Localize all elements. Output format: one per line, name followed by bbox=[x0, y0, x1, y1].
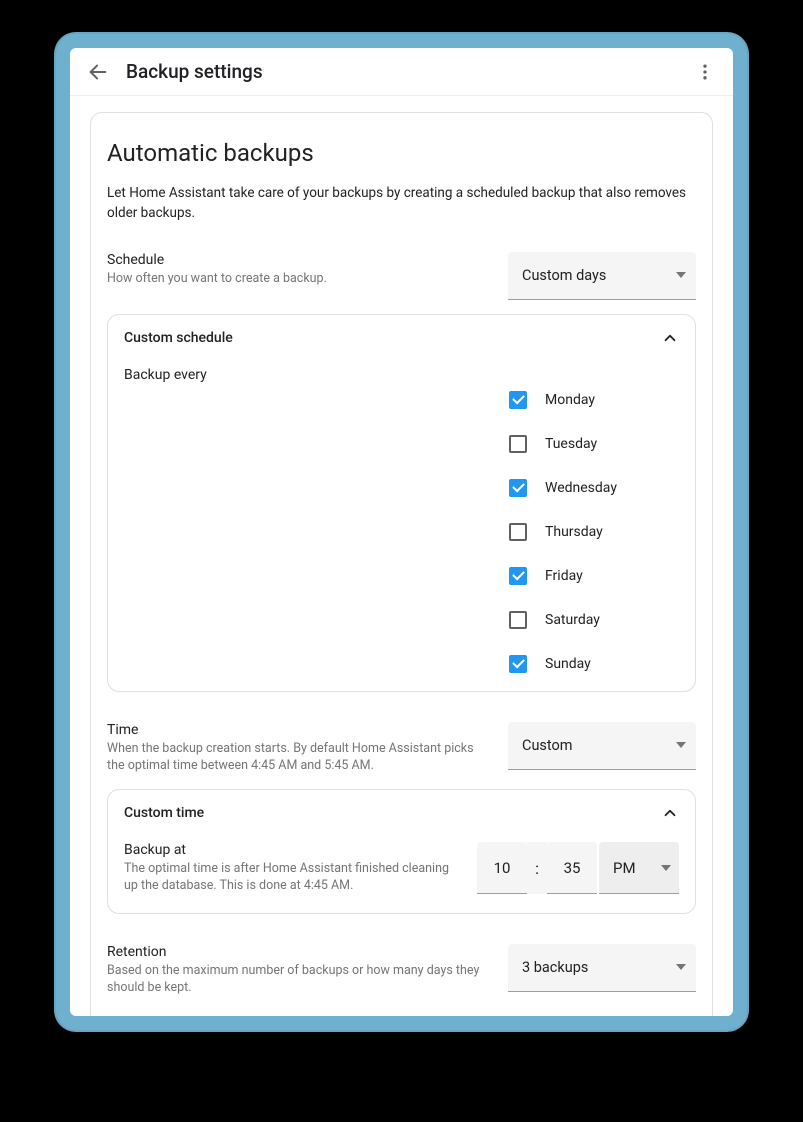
backup-at-label: Backup at bbox=[124, 842, 461, 858]
ampm-value: PM bbox=[613, 859, 636, 877]
caret-down-icon bbox=[676, 964, 686, 970]
custom-schedule-card: Custom schedule Backup every Monday Tuesd… bbox=[107, 314, 696, 692]
day-checkbox-saturday[interactable]: Saturday bbox=[509, 611, 679, 629]
checkbox-icon bbox=[509, 391, 527, 409]
retention-label: Retention bbox=[107, 944, 492, 960]
day-label: Monday bbox=[545, 392, 595, 408]
screen: Backup settings Automatic backups Let Ho… bbox=[70, 48, 733, 1016]
day-checkbox-tuesday[interactable]: Tuesday bbox=[509, 435, 679, 453]
retention-select[interactable]: 3 backups bbox=[508, 944, 696, 992]
time-select-value: Custom bbox=[522, 737, 573, 754]
arrow-left-icon bbox=[87, 61, 109, 83]
time-picker: 10 : 35 PM bbox=[477, 842, 679, 894]
overflow-menu-button[interactable] bbox=[685, 52, 725, 92]
schedule-select[interactable]: Custom days bbox=[508, 252, 696, 300]
retention-row: Retention Based on the maximum number of… bbox=[107, 944, 696, 997]
day-checkbox-thursday[interactable]: Thursday bbox=[509, 523, 679, 541]
day-label: Wednesday bbox=[545, 480, 617, 496]
device-frame: Backup settings Automatic backups Let Ho… bbox=[54, 32, 749, 1032]
checkbox-icon bbox=[509, 435, 527, 453]
checkbox-icon bbox=[509, 479, 527, 497]
dots-vertical-icon bbox=[695, 62, 715, 82]
day-label: Friday bbox=[545, 568, 583, 584]
checkbox-icon bbox=[509, 567, 527, 585]
custom-schedule-title: Custom schedule bbox=[124, 330, 233, 346]
caret-down-icon bbox=[676, 742, 686, 748]
time-help: When the backup creation starts. By defa… bbox=[107, 740, 492, 775]
backup-every-label: Backup every bbox=[124, 367, 679, 383]
day-checkbox-wednesday[interactable]: Wednesday bbox=[509, 479, 679, 497]
content-scroll[interactable]: Automatic backups Let Home Assistant tak… bbox=[70, 96, 733, 1016]
retention-help: Based on the maximum number of backups o… bbox=[107, 962, 492, 997]
custom-time-card: Custom time Backup at The optimal time i… bbox=[107, 789, 696, 914]
minute-input[interactable]: 35 bbox=[547, 842, 597, 894]
day-label: Tuesday bbox=[545, 436, 597, 452]
days-list: Monday Tuesday Wednesday Thursday Friday Satu… bbox=[124, 391, 679, 673]
day-checkbox-friday[interactable]: Friday bbox=[509, 567, 679, 585]
day-label: Sunday bbox=[545, 656, 591, 672]
day-label: Thursday bbox=[545, 524, 603, 540]
time-colon: : bbox=[527, 842, 547, 894]
time-select[interactable]: Custom bbox=[508, 722, 696, 770]
custom-time-title: Custom time bbox=[124, 805, 204, 821]
ampm-select[interactable]: PM bbox=[599, 842, 679, 894]
time-row: Time When the backup creation starts. By… bbox=[107, 722, 696, 775]
caret-down-icon bbox=[676, 272, 686, 278]
schedule-help: How often you want to create a backup. bbox=[107, 270, 492, 288]
page-title: Backup settings bbox=[126, 60, 263, 83]
retention-select-value: 3 backups bbox=[522, 959, 588, 976]
time-label: Time bbox=[107, 722, 492, 738]
day-label: Saturday bbox=[545, 612, 600, 628]
checkbox-icon bbox=[509, 655, 527, 673]
custom-schedule-toggle[interactable]: Custom schedule bbox=[124, 329, 679, 347]
schedule-row: Schedule How often you want to create a … bbox=[107, 252, 696, 300]
backup-at-help: The optimal time is after Home Assistant… bbox=[124, 860, 461, 895]
schedule-select-value: Custom days bbox=[522, 267, 606, 284]
back-button[interactable] bbox=[78, 52, 118, 92]
chevron-up-icon bbox=[661, 329, 679, 347]
main-card: Automatic backups Let Home Assistant tak… bbox=[90, 112, 713, 1016]
section-intro: Let Home Assistant take care of your bac… bbox=[107, 183, 696, 224]
caret-down-icon bbox=[661, 865, 671, 871]
checkbox-icon bbox=[509, 611, 527, 629]
custom-time-toggle[interactable]: Custom time bbox=[124, 804, 679, 822]
day-checkbox-sunday[interactable]: Sunday bbox=[509, 655, 679, 673]
hour-input[interactable]: 10 bbox=[477, 842, 527, 894]
checkbox-icon bbox=[509, 523, 527, 541]
top-app-bar: Backup settings bbox=[70, 48, 733, 96]
chevron-up-icon bbox=[661, 804, 679, 822]
section-heading: Automatic backups bbox=[107, 139, 696, 167]
day-checkbox-monday[interactable]: Monday bbox=[509, 391, 679, 409]
schedule-label: Schedule bbox=[107, 252, 492, 268]
